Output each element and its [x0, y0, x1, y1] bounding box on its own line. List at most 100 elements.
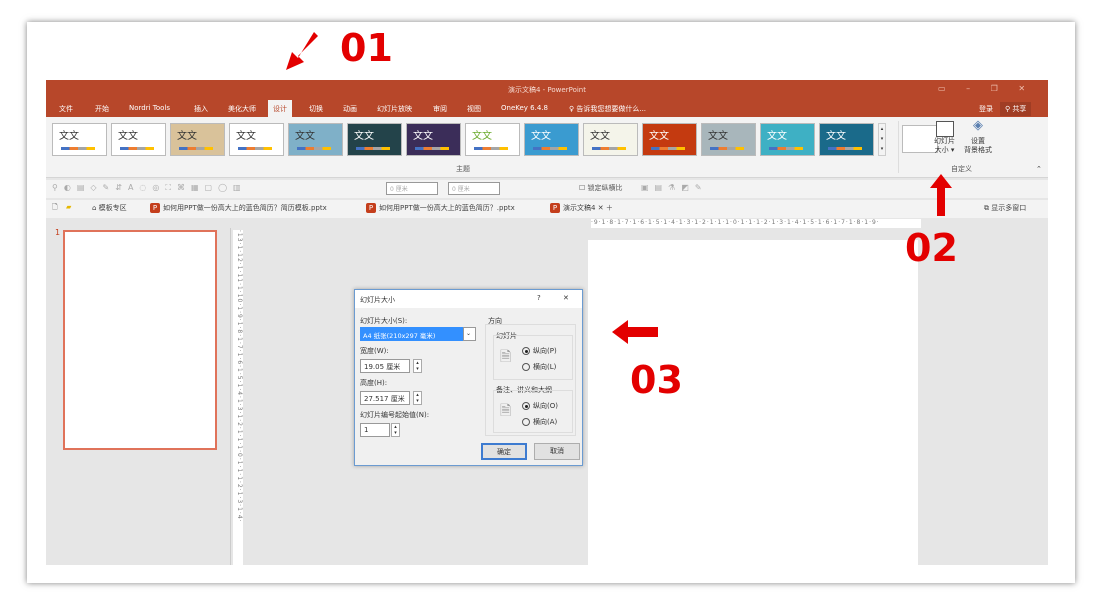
lock-ratio-checkbox[interactable]: ☐ 锁定纵横比 [579, 183, 623, 193]
dropdown-arrow-icon[interactable]: ⌄ [463, 327, 476, 341]
help-button[interactable]: ? [537, 294, 541, 302]
format-bg-label-2: 背景格式 [964, 146, 992, 154]
theme-thumb[interactable]: 文文 [347, 123, 402, 156]
variant-thumb[interactable] [902, 125, 938, 153]
theme-thumb[interactable]: 文文 [170, 123, 225, 156]
slide-size-icon [935, 121, 954, 137]
page-icon: 🗎 [500, 403, 512, 419]
theme-text: 文文 [413, 131, 433, 142]
theme-text: 文文 [649, 131, 669, 142]
window-controls[interactable]: ▭ – ❐ ✕ [938, 84, 1025, 93]
multi-window-label: 显示多窗口 [991, 204, 1027, 212]
cancel-button[interactable]: 取消 [534, 443, 580, 460]
width-input[interactable]: 0 厘米 [386, 182, 438, 195]
close-button[interactable]: ✕ [563, 294, 569, 302]
toolbar-icons[interactable]: ⚲◐▤◇✎⇵A◌◎⛶⌘▦▢◯▥ [52, 183, 247, 193]
tab-beautify[interactable]: 美化大师 [223, 102, 261, 116]
tab-design[interactable]: 设计 [268, 100, 292, 117]
slide-number: 1 [55, 228, 61, 237]
slide-size-select[interactable]: A4 纸张(210x297 毫米) [360, 327, 476, 341]
theme-thumb[interactable]: 文文 [819, 123, 874, 156]
new-file-icon[interactable]: 🗋 [52, 203, 58, 214]
start-number-spinner[interactable]: ▴ ▾ [391, 423, 400, 437]
annotation-02: 02 [905, 226, 958, 270]
collapse-ribbon-icon[interactable]: ⌃ [1036, 165, 1042, 173]
share-button[interactable]: ⚲ 共享 [1000, 102, 1032, 116]
multi-window-button[interactable]: ⧉ 显示多窗口 [984, 203, 1026, 213]
file-tab-label: 如何用PPT做一份高大上的蓝色简历？简历模板.pptx [163, 204, 327, 212]
tell-me-search[interactable]: ♀ 告诉我您想要做什么... [564, 102, 651, 116]
theme-text: 文文 [295, 131, 315, 142]
page-icon: 🗎 [500, 349, 512, 365]
theme-text: 文文 [472, 131, 492, 142]
theme-thumb[interactable]: 文文 [111, 123, 166, 156]
theme-text: 文文 [708, 131, 728, 142]
theme-thumb[interactable]: 文文 [288, 123, 343, 156]
file-tab-label: 演示文稿4 [563, 204, 596, 212]
tab-view[interactable]: 视图 [462, 102, 486, 116]
tab-file[interactable]: 文件 [54, 102, 78, 116]
divider [898, 121, 899, 173]
annotation-arrow-down-left-icon [286, 32, 318, 70]
slide-size-label: 幻灯片 [934, 137, 955, 145]
height-spinner[interactable]: ▴ ▾ [413, 391, 422, 405]
landscape-radio[interactable]: 横向(L) [522, 362, 556, 372]
start-number-input[interactable]: 1 [360, 423, 390, 437]
theme-text: 文文 [590, 131, 610, 142]
tab-insert[interactable]: 插入 [189, 102, 213, 116]
folder-icon[interactable]: ▰ [66, 203, 71, 211]
slide-thumbnail[interactable] [63, 230, 217, 450]
annotation-01: 01 [340, 26, 393, 70]
theme-thumb[interactable]: 文文 [701, 123, 756, 156]
slide-size-button[interactable]: 幻灯片 大小 ▾ [934, 121, 955, 155]
tab-transitions[interactable]: 切换 [304, 102, 328, 116]
slide-size-dialog: 幻灯片大小 ? ✕ 幻灯片大小(S): A4 纸张(210x297 毫米) ⌄ … [354, 289, 583, 466]
theme-text: 文文 [767, 131, 787, 142]
theme-thumb[interactable]: 文文 [760, 123, 815, 156]
theme-thumb[interactable]: 文文 [524, 123, 579, 156]
tab-slideshow[interactable]: 幻灯片放映 [372, 102, 417, 116]
file-tab-active[interactable]: P 演示文稿4 ✕ ＋ [550, 203, 613, 213]
tab-review[interactable]: 审阅 [428, 102, 452, 116]
toolbar-icons-2[interactable]: ▣▤⚗◩✎ [641, 183, 708, 192]
width-input[interactable]: 19.05 厘米 [360, 359, 410, 373]
tab-home[interactable]: 开始 [90, 102, 114, 116]
theme-thumb[interactable]: 文文 [465, 123, 520, 156]
notes-landscape-radio[interactable]: 横向(A) [522, 417, 557, 427]
theme-thumb[interactable]: 文文 [406, 123, 461, 156]
themes-group-label: 主题 [456, 165, 470, 173]
height-input[interactable]: 27.517 厘米 [360, 391, 410, 405]
login-link[interactable]: 登录 [974, 102, 998, 116]
notes-portrait-radio[interactable]: 纵向(O) [522, 401, 558, 411]
tab-onekey[interactable]: OneKey 6.4.8 [496, 102, 553, 114]
slide-canvas[interactable] [588, 240, 918, 565]
height-input[interactable]: 0 厘米 [448, 182, 500, 195]
file-tab[interactable]: P 如何用PPT做一份高大上的蓝色简历？简历模板.pptx [150, 203, 327, 213]
notes-portrait-label: 纵向(O) [533, 402, 558, 410]
theme-thumb[interactable]: 文文 [229, 123, 284, 156]
file-tab[interactable]: P 如何用PPT做一份高大上的蓝色简历？.pptx [366, 203, 515, 213]
tab-nordri[interactable]: Nordri Tools [124, 102, 175, 114]
dialog-title: 幻灯片大小 [360, 296, 395, 304]
width-spinner[interactable]: ▴ ▾ [413, 359, 422, 373]
vertical-ruler: ·13·1·12·1·11·1·10·1·9·1·8·1·7·1·6·1·5·1… [233, 230, 243, 565]
ppt-icon: P [366, 203, 376, 213]
close-tab-icon[interactable]: ✕ [598, 204, 604, 212]
themes-scroll[interactable]: ▴ ▾ ▾ [878, 123, 886, 156]
horizontal-ruler: ·9·1·8·1·7·1·6·1·5·1·4·1·3·1·2·1·1·1·0·1… [591, 219, 921, 228]
tab-animations[interactable]: 动画 [338, 102, 362, 116]
width-label: 宽度(W): [360, 347, 389, 355]
theme-thumb[interactable]: 文文 [52, 123, 107, 156]
paint-bucket-icon: ◈ [973, 118, 983, 133]
ok-button[interactable]: 确定 [481, 443, 527, 460]
notes-landscape-label: 横向(A) [533, 418, 558, 426]
share-label: 共享 [1012, 105, 1027, 113]
ppt-icon: P [550, 203, 560, 213]
theme-thumb[interactable]: 文文 [642, 123, 697, 156]
theme-thumb[interactable]: 文文 [583, 123, 638, 156]
slide-size-label-2: 大小 ▾ [934, 146, 955, 154]
format-background-button[interactable]: ◈ 设置 背景格式 [964, 118, 992, 155]
portrait-radio[interactable]: 纵向(P) [522, 346, 557, 356]
new-tab-icon[interactable]: ＋ [606, 204, 613, 212]
template-zone-tab[interactable]: ⌂ 模板专区 [92, 203, 127, 213]
